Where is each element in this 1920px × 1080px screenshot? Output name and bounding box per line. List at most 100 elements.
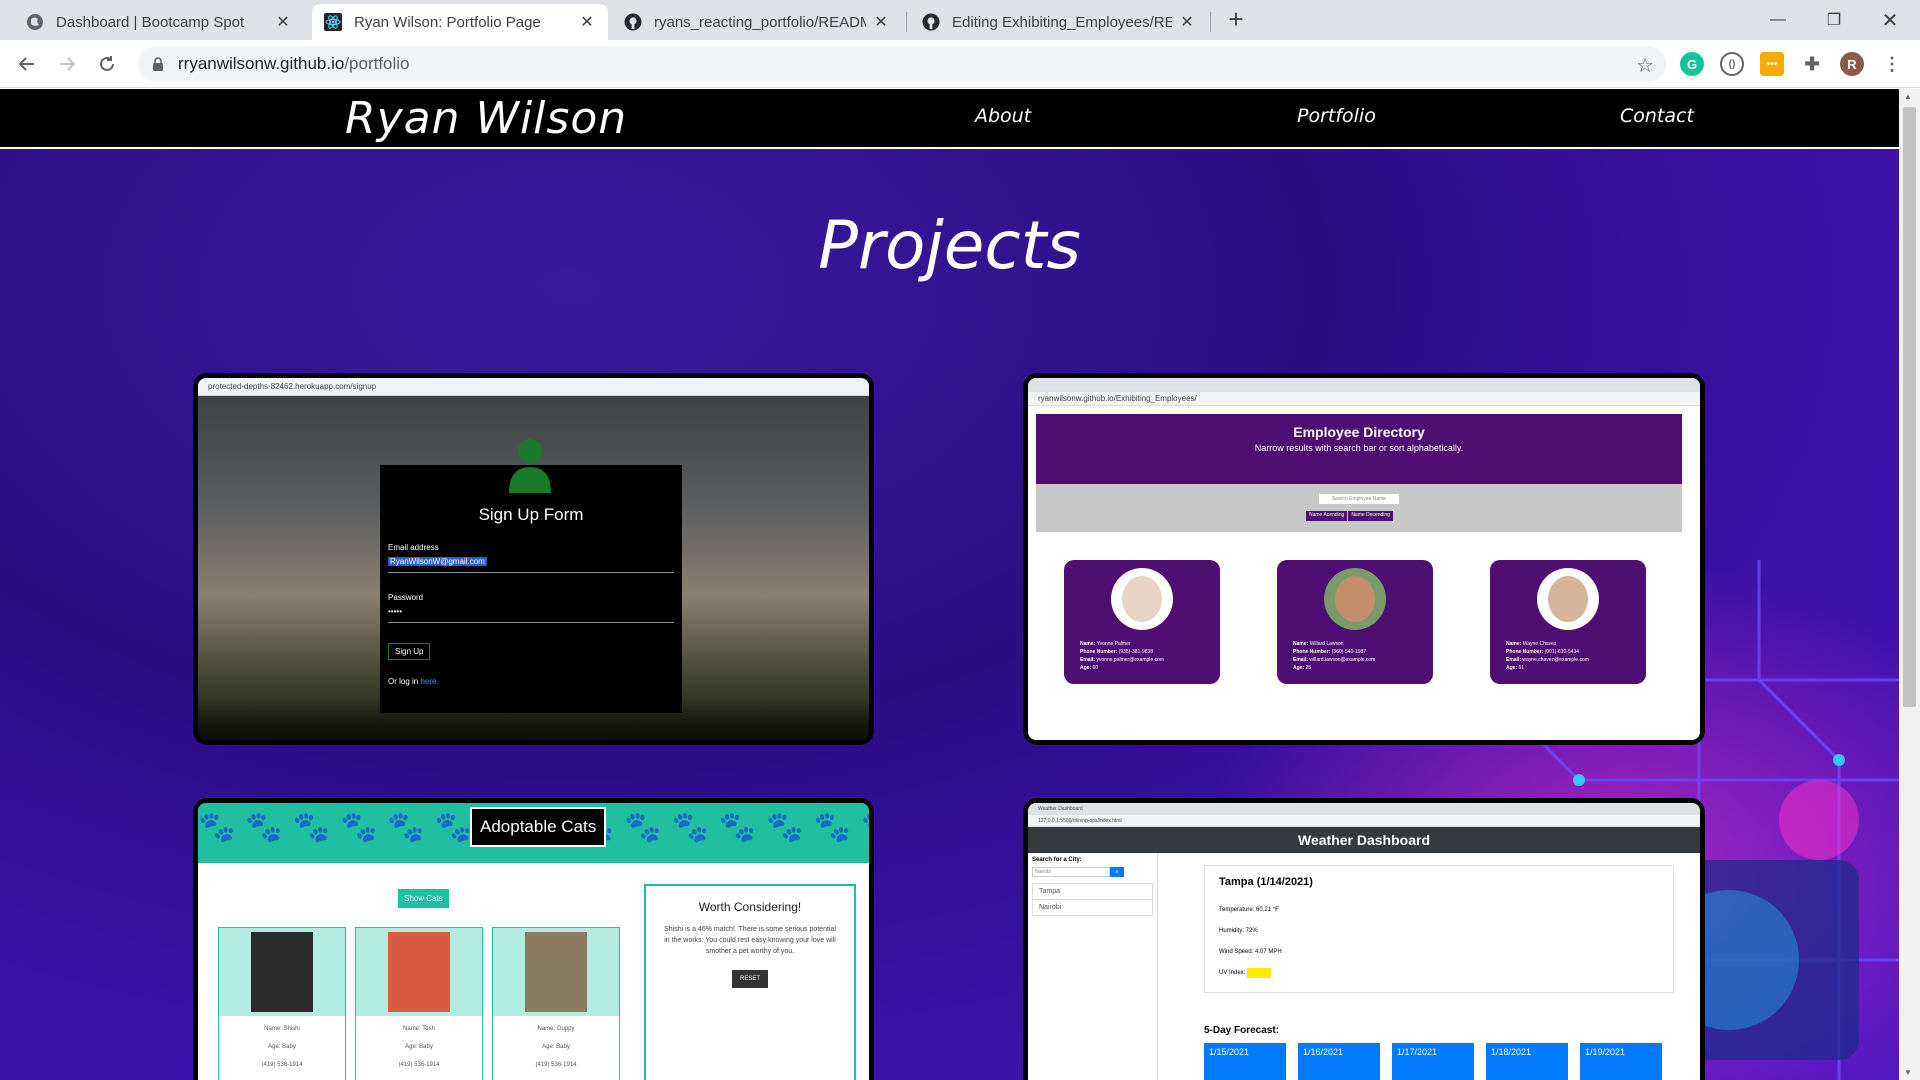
show-cats-button[interactable]: Show Cats	[398, 889, 449, 908]
employee-email: willard.lawson@example.com	[1309, 657, 1376, 663]
reload-icon	[100, 56, 114, 71]
employee-name: Willard Lawson	[1309, 641, 1344, 647]
name-label: Name:	[1506, 641, 1522, 647]
sort-ascending-button[interactable]: Name Acending	[1306, 511, 1348, 521]
cat-age: Age: Baby	[405, 1044, 433, 1050]
cat-name: Name: Shishi	[264, 1026, 300, 1032]
employee-card: Name: Wayne Chavez Phone Number: (001)-6…	[1490, 560, 1646, 684]
worth-text: Shishi is a 46% match!. There is some se…	[664, 926, 836, 955]
weather-header: Weather Dashboard	[1028, 827, 1700, 853]
uv-index-row: UV Index: 2.83	[1219, 963, 1673, 984]
close-tab-icon[interactable]: ✕	[1178, 12, 1196, 32]
nav-link-about[interactable]: About	[975, 105, 1031, 127]
forward-button[interactable]	[53, 50, 81, 78]
notes-extension-icon[interactable]: •••	[1760, 52, 1784, 76]
employee-email: yvonne.palmer@example.com	[1096, 657, 1165, 663]
employee-phone: (935)-381-9838	[1118, 649, 1154, 655]
minimize-button[interactable]: —	[1750, 0, 1806, 40]
search-icon[interactable]: ⌕	[1110, 867, 1124, 877]
login-prefix: Or log in	[388, 677, 419, 686]
forecast-title: 5-Day Forecast:	[1204, 1025, 1280, 1036]
reset-button[interactable]: RESET	[731, 970, 768, 988]
city-search-row: Nairobi ⌕	[1032, 867, 1153, 877]
age-label: Age:	[1506, 665, 1518, 671]
project-card-weather-dashboard[interactable]: Weather Dashboard 127.0.0.1:5500/raining…	[1023, 798, 1705, 1080]
cat-photo	[356, 928, 482, 1016]
arrow-left-icon	[18, 57, 34, 71]
back-button[interactable]	[13, 50, 41, 78]
phone-label: Phone Number:	[1080, 649, 1118, 655]
close-tab-icon[interactable]: ✕	[872, 12, 890, 32]
employee-photo	[1111, 568, 1173, 630]
email-label: Email address	[388, 543, 439, 552]
mini-url: ryanwilsonw.github.io/Exhibiting_Employe…	[1038, 394, 1197, 403]
close-tab-icon[interactable]: ✕	[578, 12, 596, 32]
globe-icon	[26, 13, 44, 31]
nav-link-portfolio[interactable]: Portfolio	[1297, 105, 1376, 127]
page-viewport: Ryan Wilson About Portfolio Contact Proj…	[0, 89, 1899, 1080]
cat-info: Name: Guppy Age: Baby (419) 536-1914	[493, 1020, 619, 1074]
project-card-adoptable-cats[interactable]: 🐾🐾🐾🐾🐾🐾🐾🐾🐾🐾🐾🐾🐾🐾🐾🐾🐾🐾🐾 Adoptable Cats Show …	[193, 798, 874, 1080]
close-tab-icon[interactable]: ✕	[274, 12, 292, 32]
profile-avatar[interactable]: R	[1840, 52, 1864, 76]
arrow-right-icon	[60, 57, 76, 71]
sort-descending-button[interactable]: Name Decending	[1348, 511, 1393, 521]
cat-info: Name: Tosh Age: Baby (419) 536-1914	[356, 1020, 482, 1074]
project-card-employee-directory[interactable]: ryanwilsonw.github.io/Exhibiting_Employe…	[1023, 373, 1705, 745]
address-bar[interactable]: rryanwilsonw.github.io/portfolio ☆	[138, 46, 1666, 82]
new-tab-button[interactable]: +	[1222, 6, 1250, 34]
employee-name: Yvonne Palmer	[1096, 641, 1131, 647]
scrollbar-thumb[interactable]	[1903, 107, 1916, 707]
tab-portfolio[interactable]: Ryan Wilson: Portfolio Page ✕	[312, 4, 608, 40]
history-item[interactable]: Nairobi	[1033, 900, 1152, 915]
password-field[interactable]: •••••	[388, 607, 674, 623]
extension-circle-icon[interactable]: ()	[1720, 52, 1744, 76]
cat-phone: (419) 536-1914	[261, 1062, 303, 1068]
uv-index-badge: 2.83	[1247, 968, 1271, 978]
password-value: •••••	[388, 607, 403, 616]
city-search-input[interactable]: Nairobi	[1032, 867, 1110, 877]
employee-search-input[interactable]: Search Employee Name	[1319, 494, 1399, 504]
page-scrollbar[interactable]: ▲ ▼	[1899, 89, 1920, 1080]
signup-button[interactable]: Sign Up	[388, 643, 431, 660]
mini-address-bar: protected-depths-82462.herokuapp.com/sig…	[198, 378, 869, 396]
cat-name: Name: Tosh	[403, 1026, 435, 1032]
tab-title: ryans_reacting_portfolio/READM	[654, 13, 866, 31]
employee-info: Name: Wayne Chavez Phone Number: (001)-6…	[1506, 640, 1589, 672]
puzzle-extensions-icon[interactable]: ✚	[1800, 52, 1824, 76]
forecast-card: 1/15/2021	[1204, 1043, 1286, 1080]
history-item[interactable]: Tampa	[1033, 884, 1152, 900]
login-link[interactable]: here	[420, 677, 436, 686]
email-field[interactable]: RyanWilsonW@gmail.com	[388, 557, 674, 573]
maximize-button[interactable]: ❐	[1806, 0, 1862, 40]
age-label: Age:	[1080, 665, 1092, 671]
site-brand[interactable]: Ryan Wilson	[345, 93, 627, 144]
cat-info: Name: Shishi Age: Baby (419) 536-1914	[219, 1020, 345, 1074]
more-menu-icon[interactable]: ⋮	[1880, 52, 1904, 76]
tab-title: Editing Exhibiting_Employees/RE	[952, 13, 1172, 31]
cat-name: Name: Guppy	[537, 1026, 575, 1032]
weather-screenshot: Weather Dashboard 127.0.0.1:5500/raining…	[1028, 803, 1700, 1080]
tab-readme[interactable]: ryans_reacting_portfolio/READM ✕	[612, 4, 902, 40]
employee-age: 61	[1518, 665, 1525, 671]
nav-link-contact[interactable]: Contact	[1620, 105, 1694, 127]
scroll-down-arrow-icon[interactable]: ▼	[1904, 1068, 1912, 1077]
reload-button[interactable]	[93, 50, 121, 78]
tab-editing[interactable]: Editing Exhibiting_Employees/RE ✕	[910, 4, 1208, 40]
current-weather-stats: Temperature: 60.21 °F Humidity: 72% Wind…	[1219, 900, 1673, 984]
project-card-signup[interactable]: protected-depths-82462.herokuapp.com/sig…	[193, 373, 874, 745]
page-title: Projects	[818, 207, 1081, 284]
employee-photo	[1537, 568, 1599, 630]
scroll-up-arrow-icon[interactable]: ▲	[1904, 92, 1912, 101]
forecast-card: 1/18/2021	[1486, 1043, 1568, 1080]
cat-age: Age: Baby	[268, 1044, 296, 1050]
tab-bootcamp-spot[interactable]: Dashboard | Bootcamp Spot ✕	[14, 4, 304, 40]
password-label: Password	[388, 593, 424, 602]
bookmark-star-icon[interactable]: ☆	[1636, 53, 1654, 78]
close-window-button[interactable]: ✕	[1862, 0, 1918, 40]
mini-tab-strip: Weather Dashboard	[1028, 803, 1700, 815]
cat-phone: (419) 536-1914	[398, 1062, 440, 1068]
grammarly-icon[interactable]: G	[1680, 52, 1704, 76]
employee-info: Name: Willard Lawson Phone Number: (360)…	[1293, 640, 1375, 672]
tab-separator	[1210, 12, 1211, 32]
